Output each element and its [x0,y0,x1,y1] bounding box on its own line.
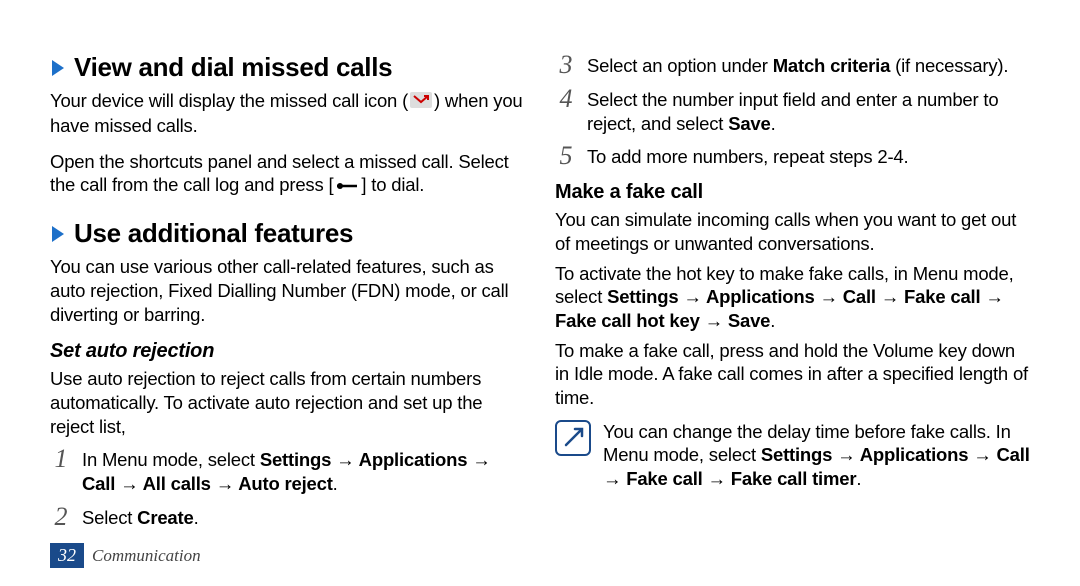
text-fragment: (if necessary). [890,55,1008,76]
chevron-icon [50,224,66,244]
ui-label: Create [137,507,193,528]
step-item: 3 Select an option under Match criteria … [555,52,1030,78]
step-number: 3 [555,52,577,78]
text-fragment: Select the number input field and enter … [587,89,998,134]
step-number: 2 [50,504,72,530]
note-box: You can change the delay time before fak… [555,420,1030,491]
step-text: To add more numbers, repeat steps 2-4. [587,143,908,169]
text-fragment: In Menu mode, select [82,449,260,470]
ui-label: Match criteria [773,55,891,76]
text-fragment: . [770,310,775,331]
sub-heading-auto-rejection: Set auto rejection [50,340,525,363]
step-item: 4 Select the number input field and ente… [555,86,1030,135]
section-heading-additional: Use additional features [50,218,525,249]
section-heading-missed-calls: View and dial missed calls [50,52,525,83]
left-column: View and dial missed calls Your device w… [50,52,525,538]
step-item: 1 In Menu mode, select Settings → Applic… [50,446,525,495]
ui-label: Save [728,113,770,134]
step-item: 5 To add more numbers, repeat steps 2-4. [555,143,1030,169]
step-list: 1 In Menu mode, select Settings → Applic… [50,446,525,529]
step-text: Select Create. [82,504,199,530]
text-fragment: ] to dial. [361,174,424,195]
body-text: Your device will display the missed call… [50,89,525,138]
step-number: 4 [555,86,577,112]
step-text: Select the number input field and enter … [587,86,1030,135]
missed-call-icon [410,90,432,114]
page-number: 32 [50,543,84,568]
body-text: To make a fake call, press and hold the … [555,339,1030,410]
text-fragment: Your device will display the missed call… [50,90,408,111]
body-text: Open the shortcuts panel and select a mi… [50,150,525,199]
footer-section-label: Communication [92,546,201,566]
dial-key-icon [335,175,359,199]
step-number: 1 [50,446,72,472]
body-text: Use auto rejection to reject calls from … [50,367,525,438]
section-title: View and dial missed calls [74,52,392,83]
step-text: Select an option under Match criteria (i… [587,52,1008,78]
text-fragment: . [856,468,861,489]
sub-heading-fake-call: Make a fake call [555,181,1030,204]
step-item: 2 Select Create. [50,504,525,530]
text-fragment: . [194,507,199,528]
text-fragment: Select [82,507,137,528]
right-column: 3 Select an option under Match criteria … [555,52,1030,538]
text-fragment: Select an option under [587,55,773,76]
chevron-icon [50,58,66,78]
body-text: You can simulate incoming calls when you… [555,208,1030,255]
menu-path: Settings → Applications → Call → Fake ca… [555,286,1004,331]
text-fragment: . [333,473,338,494]
step-number: 5 [555,143,577,169]
text-fragment: . [771,113,776,134]
step-text: In Menu mode, select Settings → Applicat… [82,446,525,495]
section-title: Use additional features [74,218,353,249]
step-list-continued: 3 Select an option under Match criteria … [555,52,1030,169]
text-fragment: Open the shortcuts panel and select a mi… [50,151,509,196]
footer: 32 Communication [50,543,201,568]
page-content: View and dial missed calls Your device w… [0,0,1080,538]
body-text: To activate the hot key to make fake cal… [555,262,1030,333]
note-text: You can change the delay time before fak… [603,420,1030,491]
body-text: You can use various other call-related f… [50,255,525,326]
note-icon [555,420,591,456]
